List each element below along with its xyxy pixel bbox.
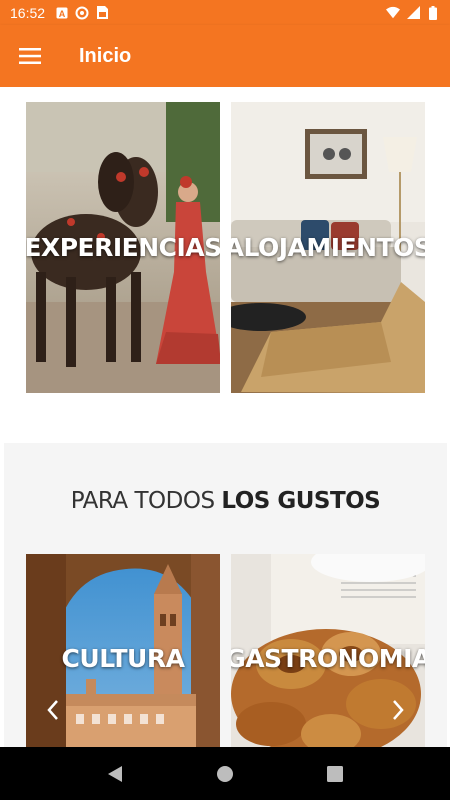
status-time: 16:52 <box>10 4 46 21</box>
nav-home-button[interactable] <box>205 754 245 794</box>
status-bar: 16:52 A <box>0 0 450 25</box>
back-icon <box>108 765 122 782</box>
hamburger-icon <box>19 48 41 64</box>
carousel-next-button[interactable] <box>381 693 415 727</box>
chevron-left-icon <box>47 700 58 720</box>
section-title-bold: LOS GUSTOS <box>221 488 381 514</box>
system-nav-bar <box>0 747 450 800</box>
app-bar: Inicio <box>0 25 450 87</box>
status-left-icons: A <box>55 6 109 20</box>
carousel-prev-button[interactable] <box>36 693 70 727</box>
tile-experiencias-label: EXPERIENCIAS <box>26 233 220 262</box>
nav-recents-button[interactable] <box>315 754 355 794</box>
wifi-icon <box>386 6 400 20</box>
sim-icon <box>95 6 109 20</box>
home-icon <box>217 765 233 782</box>
a-icon: A <box>55 6 69 20</box>
svg-text:A: A <box>59 9 66 19</box>
tile-experiencias[interactable]: EXPERIENCIAS <box>26 102 220 393</box>
menu-button[interactable] <box>0 25 60 87</box>
chevron-right-icon <box>393 700 404 720</box>
page-title: Inicio <box>79 44 132 67</box>
carousel-item-cultura-label: CULTURA <box>61 644 185 673</box>
section-para-todos-los-gustos: PARA TODOS LOS GUSTOS CULTURA GASTRONOMI… <box>4 443 447 747</box>
carousel-item-gastronomia-label: GASTRONOMIA <box>231 644 425 673</box>
battery-icon <box>426 5 440 20</box>
tile-alojamientos-label: ALOJAMIENTOS <box>231 233 425 262</box>
recents-icon <box>327 765 343 782</box>
home-content: EXPERIENCIAS ALOJAMIENTOS PARA TODOS LOS… <box>0 87 450 747</box>
section-title: PARA TODOS LOS GUSTOS <box>4 488 447 514</box>
signal-icon <box>406 6 420 20</box>
status-right-icons <box>386 5 440 20</box>
section-title-light: PARA TODOS <box>70 488 222 514</box>
nav-back-button[interactable] <box>95 754 135 794</box>
tile-alojamientos[interactable]: ALOJAMIENTOS <box>231 102 425 393</box>
sync-icon <box>75 6 89 20</box>
